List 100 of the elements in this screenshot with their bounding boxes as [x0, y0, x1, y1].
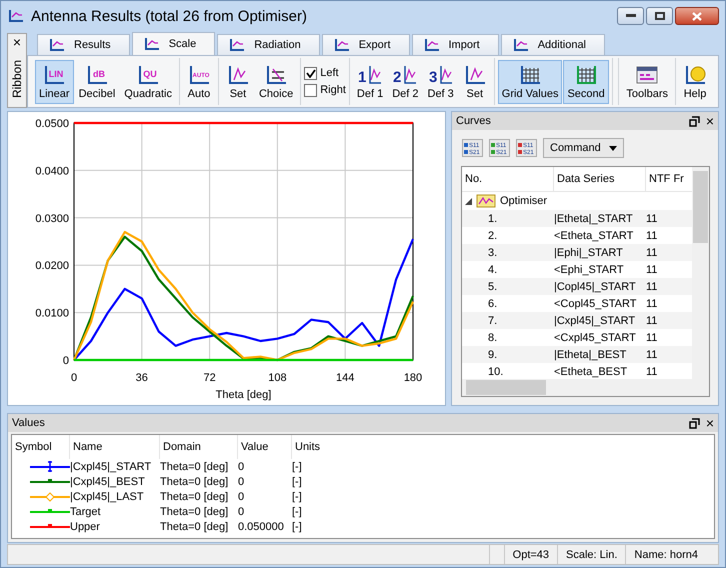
status-text: Opt=43 — [504, 545, 558, 564]
table-cell-text: 11 — [646, 366, 658, 378]
ribbon-button[interactable]: 3 Def 3 — [424, 60, 458, 104]
close-button[interactable]: × — [706, 415, 714, 431]
column-header[interactable]: No. — [462, 167, 554, 191]
table-cell-text: <Copl45_START — [554, 298, 638, 310]
table-cell-text: 8. — [487, 332, 498, 344]
axis-tick-label: 36 — [136, 372, 148, 384]
axis-tick-label: 144 — [336, 372, 354, 384]
window-title: Antenna Results (total 26 from Optimiser) — [31, 8, 308, 24]
table-cell-text: Theta=0 [deg] — [160, 476, 230, 488]
column-header[interactable]: Value — [238, 435, 292, 459]
ribbon-tab[interactable]: Import — [412, 34, 499, 55]
table-cell-text: 0 — [238, 490, 246, 502]
table-cell-text: 11 — [646, 314, 658, 326]
table-cell-text: 5. — [487, 280, 498, 292]
table-cell-text: |Cxpl45|_START — [70, 460, 152, 472]
ribbon-button[interactable]: LIN Linear — [35, 60, 74, 104]
ribbon-button[interactable]: Set — [458, 60, 491, 104]
close-button[interactable]: × — [706, 113, 714, 129]
table-cell-text: 11 — [646, 348, 658, 360]
checkbox-label: Left — [320, 67, 339, 79]
table-cell-text: 1. — [487, 212, 498, 224]
ribbon-button[interactable]: Set — [222, 60, 254, 104]
checkbox-label: Right — [320, 84, 346, 96]
table-cell-text: 2. — [487, 230, 498, 242]
ribbon-button[interactable]: Toolbars — [622, 60, 672, 104]
table-cell-text: 6. — [487, 298, 498, 310]
ribbon-tab[interactable]: Radiation — [217, 34, 320, 55]
table-cell-text: [-] — [292, 490, 303, 502]
table-cell-text: [-] — [292, 476, 303, 488]
table-cell-text: Theta=0 [deg] — [160, 490, 230, 502]
axis-tick-label: 108 — [268, 372, 287, 384]
table-cell-text: 0 — [238, 506, 246, 518]
ribbon-tab[interactable]: Additional — [500, 34, 606, 55]
table-cell-text: <Ephi_START — [554, 264, 625, 276]
ribbon-close-button[interactable]: × — [12, 34, 22, 50]
command-dropdown[interactable]: Command — [543, 138, 624, 158]
column-header[interactable]: Domain — [160, 435, 238, 459]
axis-tick-label: 180 — [404, 372, 422, 384]
table-cell-text: Theta=0 [deg] — [160, 506, 230, 518]
table-cell-text: |Cxpl45|_LAST — [70, 490, 145, 502]
table-cell-text: |Cxpl45|_START — [554, 314, 636, 326]
ribbon-button[interactable]: Help — [679, 60, 711, 104]
table-cell-text: Upper — [70, 520, 101, 532]
table-cell-text: 7. — [487, 314, 498, 326]
column-header[interactable]: Units — [292, 435, 714, 459]
axis-tick-label: 0.0100 — [35, 308, 69, 320]
ribbon-button[interactable]: dB Decibel — [74, 60, 120, 104]
table-cell-text: [-] — [292, 506, 303, 518]
table-cell-text: |Etheta|_BEST — [554, 348, 628, 360]
panel-title: Curves — [456, 115, 492, 127]
table-cell-text: 11 — [646, 298, 658, 310]
axis-tick-label: 0.0500 — [35, 118, 69, 130]
axis-tick-label: 0 — [70, 372, 78, 384]
ribbon-button[interactable]: Second — [563, 60, 609, 104]
axis-tick-label: 0.0400 — [35, 165, 69, 178]
status-text: Scale: Lin. — [557, 545, 626, 564]
table-cell-text: 10. — [487, 366, 504, 378]
table-cell-text: [-] — [292, 460, 303, 472]
table-cell-text: 11 — [646, 332, 658, 344]
ribbon-button[interactable]: Choice — [254, 60, 298, 104]
column-header[interactable]: Name — [70, 435, 160, 459]
table-cell-text: 11 — [646, 230, 658, 242]
table-cell-text: 0 — [238, 460, 246, 472]
table-cell-text: |Copl45|_START — [554, 280, 637, 292]
table-cell-text: 11 — [646, 246, 658, 258]
table-cell-text: [-] — [292, 520, 303, 532]
ribbon-button[interactable]: Grid Values — [498, 60, 562, 104]
table-cell-text: 0 — [238, 476, 246, 488]
table-cell-text: Theta=0 [deg] — [160, 460, 230, 472]
table-cell-text: 11 — [646, 212, 658, 224]
axis-tick-label: 0.0300 — [35, 212, 69, 225]
table-cell-text: |Cxpl45|_BEST — [70, 476, 146, 488]
table-cell-text: |Etheta|_START — [554, 212, 634, 224]
ribbon-button[interactable]: 1 Def 1 — [352, 60, 388, 104]
ribbon-tab[interactable]: Results — [37, 34, 130, 55]
table-cell-text: <Etheta_BEST — [554, 366, 628, 378]
table-cell-text: 11 — [646, 264, 658, 276]
column-header[interactable]: Symbol — [12, 435, 70, 459]
table-cell-text: 0.050000 — [238, 520, 285, 532]
ribbon-button[interactable]: QU Quadratic — [120, 60, 176, 104]
table-cell-text: <Cxpl45_START — [554, 332, 637, 344]
table-cell-text: Target — [70, 506, 102, 518]
table-cell-text: <Etheta_START — [554, 230, 634, 242]
status-text: Name: horn4 — [625, 545, 706, 564]
ribbon-label: Ribbon — [10, 60, 24, 98]
column-header[interactable]: Data Series — [554, 167, 646, 191]
table-cell-text: 11 — [646, 280, 658, 292]
ribbon-tab[interactable]: Scale — [132, 32, 216, 55]
ribbon-button[interactable]: 2 Def 2 — [388, 60, 422, 104]
ribbon-tab[interactable]: Export — [322, 34, 410, 55]
table-cell-text: |Ephi|_START — [554, 246, 624, 258]
table-cell-text: 4. — [487, 264, 498, 276]
panel-title: Values — [12, 417, 46, 429]
table-cell-text: 9. — [487, 348, 498, 360]
table-cell-text: Theta=0 [deg] — [160, 520, 230, 532]
axis-tick-label: 0 — [62, 355, 69, 367]
tree-group-label[interactable]: Optimiser — [500, 195, 548, 207]
axis-tick-label: 72 — [203, 372, 216, 384]
